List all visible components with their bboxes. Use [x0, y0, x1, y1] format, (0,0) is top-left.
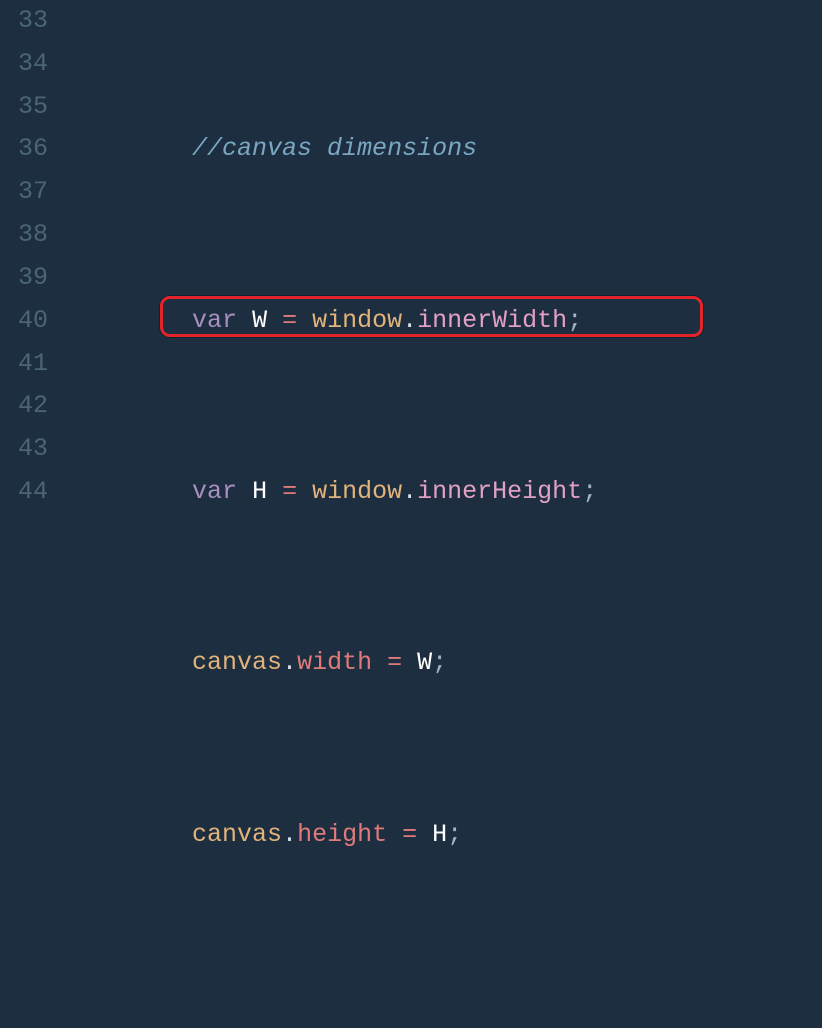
code-line-37[interactable]: canvas.height = H; — [72, 814, 822, 857]
operator-eq: = — [282, 306, 297, 335]
keyword-var: var — [192, 477, 237, 506]
semicolon: ; — [567, 306, 582, 335]
indent — [72, 306, 192, 335]
dot: . — [402, 306, 417, 335]
object: canvas — [192, 648, 282, 677]
code-area[interactable]: //canvas dimensions var W = window.inner… — [72, 0, 822, 514]
identifier: H — [252, 477, 267, 506]
line-number: 38 — [0, 214, 48, 257]
object: canvas — [192, 820, 282, 849]
line-number: 42 — [0, 385, 48, 428]
dot: . — [282, 648, 297, 677]
code-line-35[interactable]: var H = window.innerHeight; — [72, 471, 822, 514]
object: window — [312, 306, 402, 335]
operator-eq: = — [402, 820, 417, 849]
indent — [72, 648, 192, 677]
identifier: W — [252, 306, 267, 335]
operator-eq: = — [387, 648, 402, 677]
code-editor[interactable]: 333435363738394041424344 //canvas dimens… — [0, 0, 822, 514]
dot: . — [282, 820, 297, 849]
line-number: 33 — [0, 0, 48, 43]
line-number: 36 — [0, 128, 48, 171]
keyword-var: var — [192, 306, 237, 335]
line-number: 44 — [0, 471, 48, 514]
identifier: H — [432, 820, 447, 849]
property: innerHeight — [417, 477, 582, 506]
line-number: 34 — [0, 43, 48, 86]
code-line-38[interactable] — [72, 985, 822, 1028]
comment: //canvas dimensions — [192, 134, 477, 163]
semicolon: ; — [447, 820, 462, 849]
line-number: 35 — [0, 86, 48, 129]
code-line-34[interactable]: var W = window.innerWidth; — [72, 300, 822, 343]
line-number-gutter: 333435363738394041424344 — [0, 0, 72, 514]
indent — [72, 820, 192, 849]
property: height — [297, 820, 387, 849]
semicolon: ; — [582, 477, 597, 506]
line-number: 37 — [0, 171, 48, 214]
code-line-33[interactable]: //canvas dimensions — [72, 128, 822, 171]
operator-eq: = — [282, 477, 297, 506]
line-number: 41 — [0, 343, 48, 386]
indent — [72, 477, 192, 506]
line-number: 43 — [0, 428, 48, 471]
property: innerWidth — [417, 306, 567, 335]
dot: . — [402, 477, 417, 506]
semicolon: ; — [432, 648, 447, 677]
line-number: 39 — [0, 257, 48, 300]
property: width — [297, 648, 372, 677]
object: window — [312, 477, 402, 506]
identifier: W — [417, 648, 432, 677]
line-number: 40 — [0, 300, 48, 343]
code-line-36[interactable]: canvas.width = W; — [72, 642, 822, 685]
indent — [72, 134, 192, 163]
